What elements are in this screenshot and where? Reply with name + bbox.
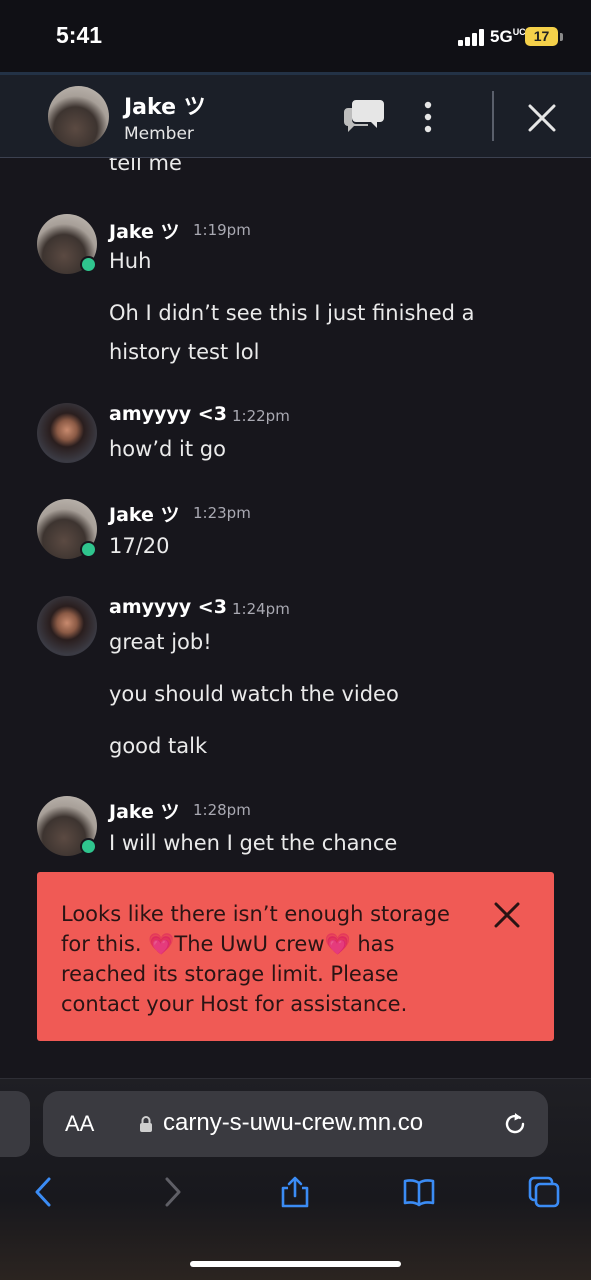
message-text: Oh I didn’t see this I just finished a [109,301,475,325]
bookmarks-icon[interactable] [402,1175,436,1209]
toast-close-icon[interactable] [493,901,521,929]
sender-name[interactable]: Jake ツ [109,217,180,244]
storage-error-toast: Looks like there isn’t enough storage fo… [37,872,554,1041]
more-options-icon[interactable] [418,99,438,135]
sender-name[interactable]: Jake ツ [109,797,180,824]
lock-icon [140,1116,152,1132]
header-divider [492,91,494,141]
message-time: 1:24pm [232,600,290,618]
message-text: how’d it go [109,437,226,461]
status-bar: 5:41 5GUC 17 [0,0,591,72]
message-time: 1:19pm [193,221,251,239]
battery-icon: 17 [525,27,558,46]
header-role: Member [124,124,194,144]
reader-settings-button[interactable]: AA [65,1111,94,1137]
back-icon[interactable] [27,1175,61,1209]
header-name[interactable]: Jake ツ [124,89,206,121]
close-icon[interactable] [525,101,559,135]
message-text: good talk [109,734,208,758]
message-time: 1:23pm [193,504,251,522]
signal-icon [458,29,486,46]
forward-icon[interactable] [155,1175,189,1209]
header-avatar[interactable] [48,86,109,147]
online-status-dot [80,838,97,855]
share-icon[interactable] [278,1175,312,1209]
address-bar[interactable]: AA carny-s-uwu-crew.mn.co [43,1091,548,1157]
message-text: you should watch the video [109,682,399,706]
chat-bubbles-icon[interactable] [344,96,386,134]
message-time: 1:28pm [193,801,251,819]
message-text: great job! [109,630,212,654]
reload-icon[interactable] [501,1110,529,1138]
message-text: history test lol [109,340,260,364]
message-text: Huh [109,249,152,273]
browser-toolbar: AA carny-s-uwu-crew.mn.co [0,1078,591,1280]
previous-tab-peek[interactable] [0,1091,30,1157]
avatar[interactable] [37,596,97,656]
toast-message: Looks like there isn’t enough storage fo… [61,902,450,1016]
sender-name[interactable]: amyyyy <3 [109,403,227,425]
message-time: 1:22pm [232,407,290,425]
online-status-dot [80,256,97,273]
sender-name[interactable]: Jake ツ [109,500,180,527]
url-text[interactable]: carny-s-uwu-crew.mn.co [163,1109,423,1137]
message-text: tell me [109,158,182,175]
sender-name[interactable]: amyyyy <3 [109,596,227,618]
network-label: 5GUC [490,27,526,46]
home-indicator[interactable] [190,1261,401,1267]
message-text: I will when I get the chance [109,831,398,855]
status-time: 5:41 [56,22,103,48]
chat-header: Jake ツ Member [0,72,591,158]
online-status-dot [80,541,97,558]
tabs-icon[interactable] [527,1175,561,1209]
message-text: 17/20 [109,534,170,558]
battery-tip [560,33,563,41]
avatar[interactable] [37,403,97,463]
